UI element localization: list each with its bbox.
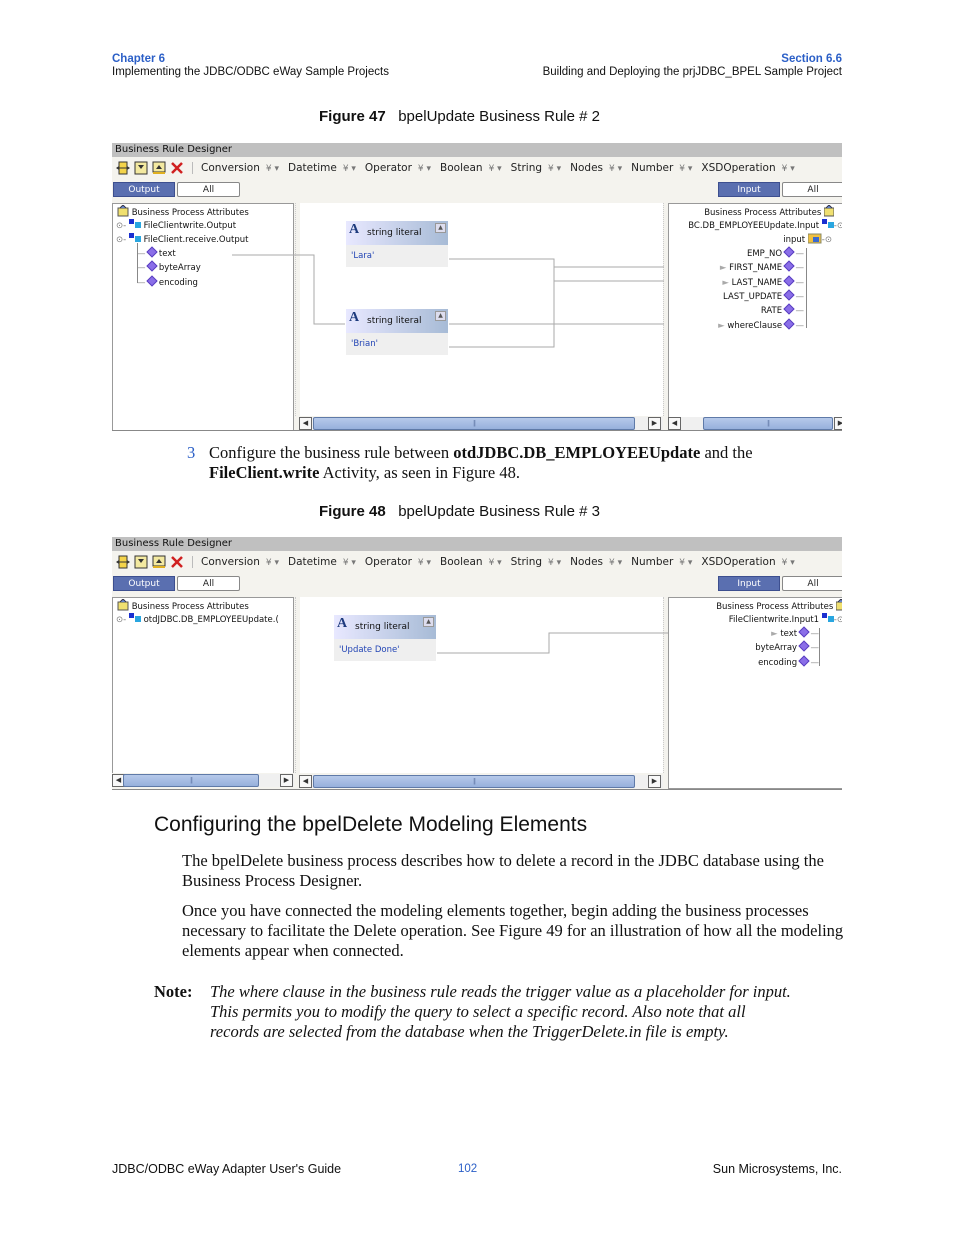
- figure-47-window: Business Rule Designer Conversion ¥ ▾ Dat…: [112, 143, 842, 431]
- field-diamond-icon: [783, 260, 795, 272]
- field-diamond-icon: [783, 289, 795, 301]
- tree-leaf[interactable]: ► text —: [771, 626, 819, 639]
- folder-icon: [807, 233, 822, 244]
- node-handle-icon: -⊙: [833, 615, 842, 625]
- briefcase-icon: [823, 204, 835, 217]
- wire: [232, 254, 345, 325]
- header-right: Section 6.6 Building and Deploying the p…: [543, 53, 842, 79]
- section-label: Section 6.6: [781, 53, 842, 65]
- scroll-left-icon[interactable]: ◀: [299, 417, 312, 430]
- field-diamond-icon: [798, 640, 810, 652]
- tree-leaf[interactable]: LAST_UPDATE —: [723, 289, 804, 302]
- scroll-right-icon[interactable]: ▶: [280, 774, 293, 787]
- tree-node[interactable]: BC.DB_EMPLOYEEUpdate.Input -⊙: [688, 219, 842, 231]
- chapter-label: Chapter 6: [112, 53, 166, 65]
- arrow-icon: ►: [771, 629, 778, 639]
- figure-47-title: bpelUpdate Business Rule # 2: [398, 108, 600, 125]
- note-text: The where clause in the business rule re…: [210, 982, 791, 1041]
- tree-node[interactable]: FileClientwrite.Input1 -⊙: [729, 613, 842, 625]
- figure-48-label: Figure 48: [319, 503, 386, 520]
- footer-title: JDBC/ODBC eWay Adapter User's Guide: [112, 1162, 342, 1176]
- chapter-title: Implementing the JDBC/ODBC eWay Sample P…: [112, 66, 389, 78]
- tree-root[interactable]: Business Process Attributes: [704, 204, 835, 218]
- tree-leaf[interactable]: ► LAST_NAME —: [722, 275, 804, 288]
- figure-48-caption: Figure 48 bpelUpdate Business Rule # 3: [319, 503, 600, 520]
- arrow-icon: ►: [718, 321, 725, 331]
- node-handle-icon: -⊙: [833, 221, 842, 231]
- briefcase-icon: [835, 598, 842, 611]
- scroll-thumb[interactable]: ||||: [313, 417, 635, 430]
- field-diamond-icon: [783, 246, 795, 258]
- node-handle-icon: -⊙: [821, 235, 832, 245]
- canvas-scrollbar[interactable]: ◀ |||| ▶: [299, 775, 663, 788]
- scroll-thumb[interactable]: ||||: [313, 775, 635, 788]
- figure-47-label: Figure 47: [319, 108, 386, 125]
- scroll-left-icon[interactable]: ◀: [299, 775, 312, 788]
- scroll-right-icon[interactable]: ▶: [648, 417, 661, 430]
- scroll-thumb[interactable]: ||||: [123, 774, 259, 787]
- tree-leaf[interactable]: byteArray —: [755, 640, 819, 653]
- wire: [449, 258, 555, 348]
- tree-line: [806, 248, 807, 328]
- scroll-left-icon[interactable]: ◀: [668, 417, 681, 430]
- canvas-scrollbar[interactable]: ◀ |||| ▶: [299, 417, 663, 430]
- tree-line: [819, 628, 820, 666]
- tree-leaf[interactable]: EMP_NO —: [747, 246, 804, 259]
- input-panel-scrollbar[interactable]: ◀ |||| ▶: [668, 417, 842, 430]
- field-diamond-icon: [783, 318, 795, 330]
- input-tree-panel: Business Process Attributes BC.DB_EMPLOY…: [668, 203, 842, 430]
- tree-leaf[interactable]: ► FIRST_NAME —: [719, 260, 804, 273]
- footer-company: Sun Microsystems, Inc.: [712, 1162, 842, 1176]
- section-heading: Configuring the bpelDelete Modeling Elem…: [154, 813, 588, 836]
- scroll-right-icon[interactable]: ▶: [834, 417, 842, 430]
- input-tree-panel: Business Process Attributes FileClientwr…: [668, 597, 842, 789]
- step-3: 3 Configure the business rule between otd…: [187, 443, 753, 482]
- step-number: 3: [187, 443, 196, 462]
- arrow-icon: ►: [719, 263, 727, 273]
- paragraph-2: Once you have connected the modeling ele…: [182, 901, 844, 960]
- figure-48-window: Business Rule Designer Conversion ¥ ▾ Dat…: [112, 537, 842, 790]
- header-left: Chapter 6 Implementing the JDBC/ODBC eWa…: [112, 53, 389, 79]
- tree-node[interactable]: input -⊙: [783, 233, 832, 245]
- page-number: 102: [458, 1163, 478, 1175]
- tree-leaf[interactable]: RATE —: [761, 303, 804, 316]
- figure-48-title: bpelUpdate Business Rule # 3: [398, 503, 600, 520]
- note-label: Note:: [154, 982, 193, 1001]
- arrow-icon: ►: [722, 278, 729, 288]
- output-panel-scrollbar[interactable]: ◀ |||| ▶: [112, 774, 294, 787]
- field-diamond-icon: [783, 303, 795, 315]
- tree-leaf[interactable]: ► whereClause —: [718, 318, 804, 331]
- paragraph-1: The bpelDelete business process describe…: [182, 851, 824, 890]
- tree-root[interactable]: Business Process Attributes: [716, 598, 842, 612]
- section-title: Building and Deploying the prjJDBC_BPEL …: [542, 66, 842, 78]
- field-diamond-icon: [783, 275, 795, 287]
- node-structure-icon: [821, 219, 834, 228]
- scroll-right-icon[interactable]: ▶: [648, 775, 661, 788]
- node-structure-icon: [821, 613, 834, 622]
- field-diamond-icon: [798, 655, 810, 667]
- field-diamond-icon: [798, 626, 810, 638]
- figure-47-caption: Figure 47 bpelUpdate Business Rule # 2: [319, 108, 600, 125]
- tree-leaf[interactable]: encoding —: [758, 655, 819, 668]
- scroll-thumb[interactable]: ||||: [703, 417, 833, 430]
